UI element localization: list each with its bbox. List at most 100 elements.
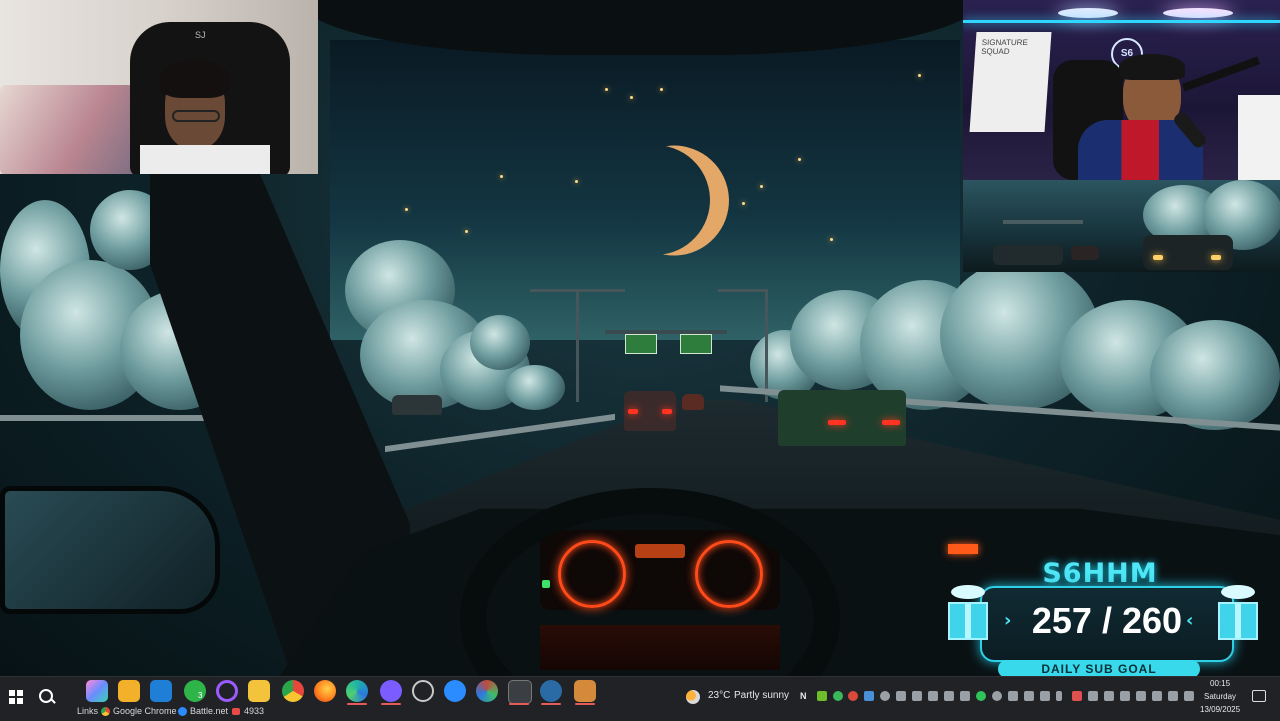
dash-light — [948, 544, 978, 554]
star — [605, 88, 608, 91]
star — [465, 230, 468, 233]
streamer-cap — [1119, 54, 1185, 80]
tray-icon[interactable] — [1120, 691, 1130, 701]
search-button[interactable] — [38, 688, 56, 706]
davinci-icon[interactable] — [476, 680, 498, 702]
steam-icon[interactable] — [540, 680, 562, 702]
active-indicator — [347, 703, 367, 705]
webcam-left: SJ — [0, 0, 318, 174]
clock[interactable]: 00:15 Saturday 13/09/2025 — [1196, 679, 1244, 719]
notification-button[interactable] — [1252, 690, 1266, 702]
tray-icon[interactable] — [896, 691, 906, 701]
star — [830, 238, 833, 241]
chevron-left-icon: ‹ — [1186, 610, 1194, 631]
tray-icon[interactable] — [1088, 691, 1098, 701]
taillight — [828, 420, 846, 425]
tray-icon[interactable] — [833, 691, 843, 701]
whiteboard-text: SIGNATURE SQUAD — [980, 38, 1029, 56]
sign-gantry — [1003, 220, 1083, 224]
ceiling-light — [1058, 8, 1118, 18]
chevron-right-icon: › — [1004, 610, 1012, 631]
star — [742, 202, 745, 205]
notion-tray-icon[interactable]: N — [800, 691, 807, 701]
battlenet-icon[interactable] — [444, 680, 466, 702]
microphone-tray-icon[interactable] — [1056, 691, 1062, 701]
star — [500, 175, 503, 178]
tray-icon[interactable] — [1024, 691, 1034, 701]
car-pip — [993, 245, 1063, 265]
ceiling-light — [1163, 8, 1233, 18]
tray-icon[interactable] — [1040, 691, 1050, 701]
cloud — [505, 365, 565, 410]
cortana-icon[interactable] — [216, 680, 238, 702]
star — [575, 180, 578, 183]
tray-icon[interactable] — [848, 691, 858, 701]
weather-condition: Partly sunny — [734, 690, 790, 701]
highway-sign — [625, 334, 657, 354]
search-icon-handle — [50, 698, 56, 704]
active-indicator — [381, 703, 401, 705]
shelf — [1238, 95, 1280, 180]
star — [660, 88, 663, 91]
taskbar: 3 Links Google Chrome Battle.net 4933 23… — [0, 676, 1280, 721]
obs-icon[interactable] — [380, 680, 402, 702]
volume-icon[interactable] — [1136, 691, 1146, 701]
steam-tray-icon[interactable] — [880, 691, 890, 701]
tray-icon[interactable] — [960, 691, 970, 701]
sub-goal-widget: S6HHM 257 / 260 › ‹ DAILY SUB GOAL — [940, 558, 1270, 678]
edge-icon[interactable] — [346, 680, 368, 702]
battlenet-icon — [178, 707, 187, 716]
star — [630, 96, 633, 99]
goal-count: 257 / 260 — [982, 600, 1232, 642]
xbox-app-icon[interactable] — [508, 680, 532, 704]
tray-icon[interactable] — [864, 691, 874, 701]
streamer-shirt — [140, 145, 270, 174]
car-ahead — [624, 391, 676, 431]
nvidia-tray-icon[interactable] — [817, 691, 827, 701]
clock-time: 00:15 — [1210, 679, 1231, 688]
goal-channel-name: S6HHM — [1042, 558, 1158, 589]
tray-icon[interactable] — [944, 691, 954, 701]
link-chrome-label: Google Chrome — [113, 706, 177, 716]
microsoft-store-icon[interactable] — [118, 680, 140, 702]
goal-current: 257 — [1031, 600, 1092, 641]
tray-icon[interactable] — [1152, 691, 1162, 701]
star — [760, 185, 763, 188]
outlook-icon[interactable] — [150, 680, 172, 702]
spotify-tray-icon[interactable] — [976, 691, 986, 701]
rear-view-pip — [963, 180, 1280, 272]
tray-icon[interactable] — [992, 691, 1002, 701]
firefox-icon[interactable] — [314, 680, 336, 702]
start-button[interactable] — [9, 690, 23, 704]
chair-logo: SJ — [195, 30, 206, 40]
streetlight — [765, 292, 768, 402]
chrome-icon[interactable] — [282, 680, 304, 702]
cloud — [470, 315, 530, 370]
tray-icon[interactable] — [1008, 691, 1018, 701]
active-indicator — [575, 703, 595, 705]
tray-icon[interactable] — [1168, 691, 1178, 701]
windows-logo-icon — [9, 690, 23, 704]
tray-icon[interactable] — [1072, 691, 1082, 701]
copilot-icon[interactable] — [86, 680, 108, 702]
streamer-hair — [160, 60, 230, 98]
game-icon[interactable] — [574, 680, 596, 702]
webcam-right: SIGNATURE SQUAD S6 — [963, 0, 1280, 180]
discord-tray-icon[interactable] — [928, 691, 938, 701]
neon-strip — [963, 20, 1280, 23]
active-indicator — [509, 703, 529, 705]
whiteboard: SIGNATURE SQUAD — [969, 32, 1052, 132]
display-tray-icon[interactable] — [1104, 691, 1114, 701]
gift-box-icon — [948, 602, 988, 640]
battery-icon[interactable] — [1184, 691, 1194, 701]
highway-sign — [680, 334, 712, 354]
weather-widget[interactable]: 23°C Partly sunny — [686, 687, 796, 707]
xbox-icon[interactable]: 3 — [184, 680, 206, 702]
goal-target: 260 — [1122, 600, 1183, 641]
star — [918, 74, 921, 77]
file-explorer-icon[interactable] — [248, 680, 270, 702]
goal-panel: 257 / 260 — [980, 586, 1234, 662]
tray-icon[interactable] — [912, 691, 922, 701]
clock-icon[interactable] — [412, 680, 434, 702]
ticket-icon — [232, 708, 240, 715]
